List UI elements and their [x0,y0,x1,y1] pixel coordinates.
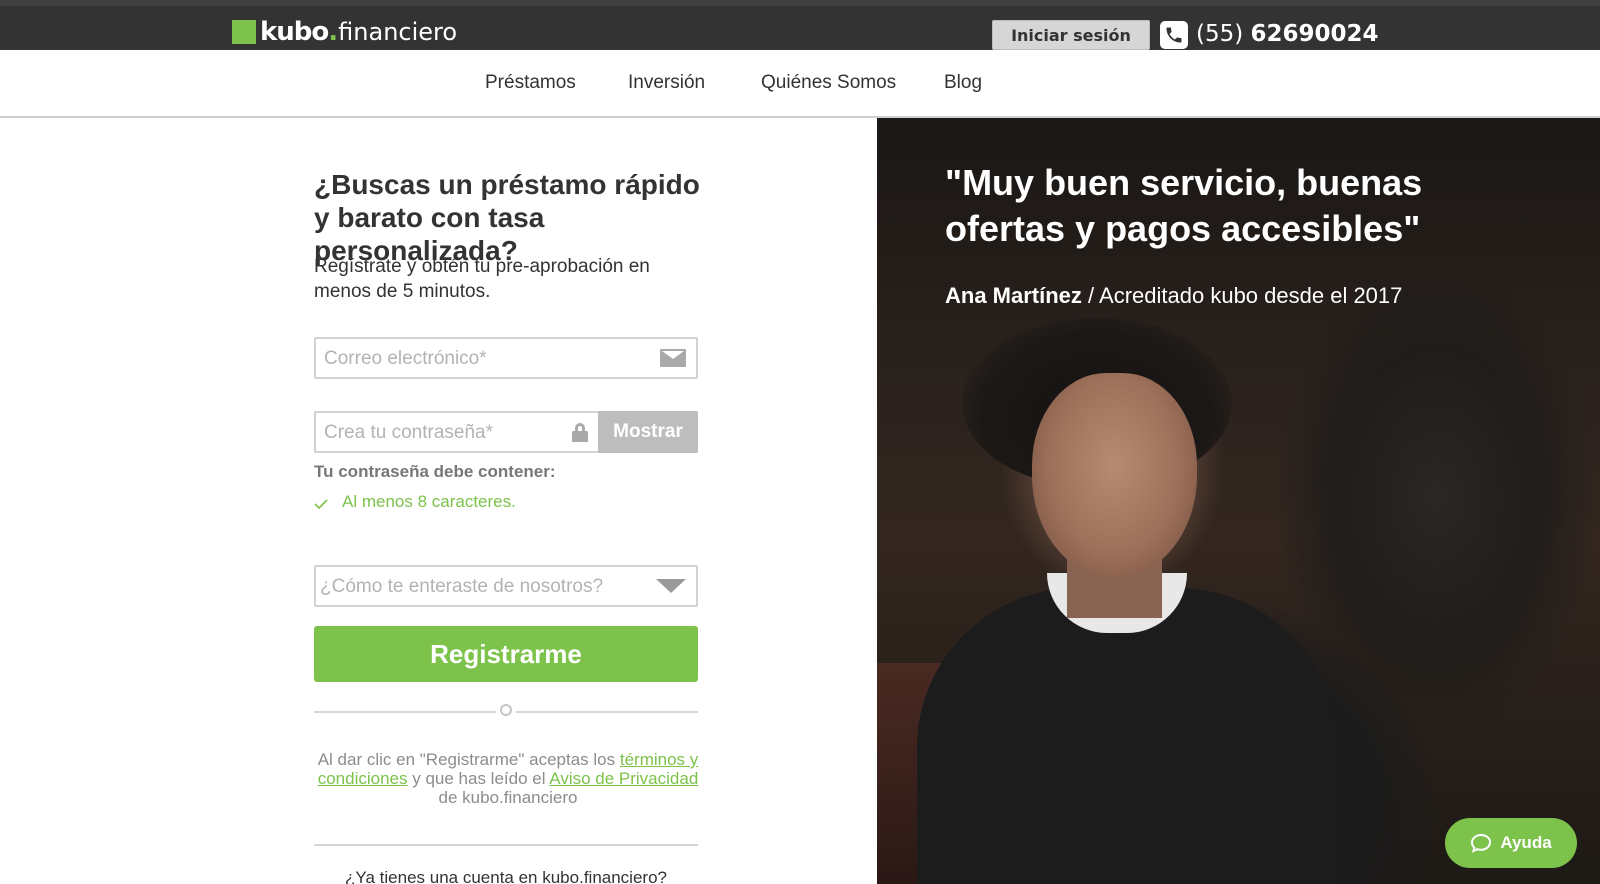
dropdown-arrow-icon [656,579,686,593]
nav-item-quienes-somos[interactable]: Quiénes Somos [761,72,896,94]
nav-item-blog[interactable]: Blog [944,72,982,94]
divider-circle [500,704,512,716]
form-headline: ¿Buscas un préstamo rápido y barato con … [314,169,700,266]
source-placeholder: ¿Cómo te enteraste de nosotros? [320,576,604,597]
logo-main-text: kubo [260,17,329,47]
kubo-logo[interactable]: kubo. financiero [232,16,457,48]
login-button[interactable]: Iniciar sesión [992,20,1150,50]
password-field[interactable]: Crea tu contraseña* Mostrar [314,411,698,453]
phone-area: (55) [1196,21,1244,47]
source-select[interactable]: ¿Cómo te enteraste de nosotros? [314,565,698,607]
divider-left [314,711,496,713]
divider-right [516,711,698,713]
email-placeholder: Correo electrónico* [324,348,487,369]
help-label: Ayuda [1500,833,1552,852]
email-icon [660,349,686,367]
privacy-link[interactable]: Aviso de Privacidad [549,769,698,788]
register-button[interactable]: Registrarme [314,626,698,682]
password-placeholder: Crea tu contraseña* [324,422,493,443]
testimonial-detail: / Acreditado kubo desde el 2017 [1081,283,1403,308]
logo-sub-text: financiero [338,18,458,46]
phone-number[interactable]: (55) 62690024 [1196,21,1379,47]
nav-item-inversion[interactable]: Inversión [628,72,705,94]
testimonial-quote: "Muy buen servicio, buenas ofertas y pag… [945,162,1423,249]
terms-text: Al dar clic en "Registrarme" aceptas los… [314,750,702,807]
logo-square-icon [232,20,256,44]
password-requirements-title: Tu contraseña debe contener: [314,462,556,481]
requirement-text: Al menos 8 caracteres. [342,492,516,511]
chat-icon [1471,833,1492,853]
phone-icon [1160,21,1188,49]
password-requirement: Al menos 8 caracteres. [314,492,516,512]
nav-item-prestamos[interactable]: Préstamos [485,72,576,94]
terms-prefix: Al dar clic en "Registrarme" aceptas los [317,750,620,769]
form-subtitle: Regístrate y obtén tu pre-aprobación en … [314,256,650,302]
have-account-text[interactable]: ¿Ya tienes una cuenta en kubo.financiero… [314,868,698,884]
email-field[interactable]: Correo electrónico* [314,337,698,379]
lock-icon [572,423,588,442]
show-password-button[interactable]: Mostrar [598,411,698,453]
help-chat-button[interactable]: Ayuda [1445,818,1577,868]
footer-divider [314,844,698,846]
logo-dot: . [328,17,339,47]
terms-mid: y que has leído el [407,769,550,788]
check-icon [314,499,328,509]
testimonial-attribution: Ana Martínez / Acreditado kubo desde el … [945,283,1402,309]
top-bar: kubo. financiero Iniciar sesión (55) 6269… [0,0,1600,50]
terms-suffix: de kubo.financiero [438,788,578,807]
main-nav: Préstamos Inversión Quiénes Somos Blog [0,50,1600,118]
phone-digits: 62690024 [1250,21,1379,47]
testimonial-name: Ana Martínez [945,283,1082,308]
photo-face [1032,373,1197,578]
